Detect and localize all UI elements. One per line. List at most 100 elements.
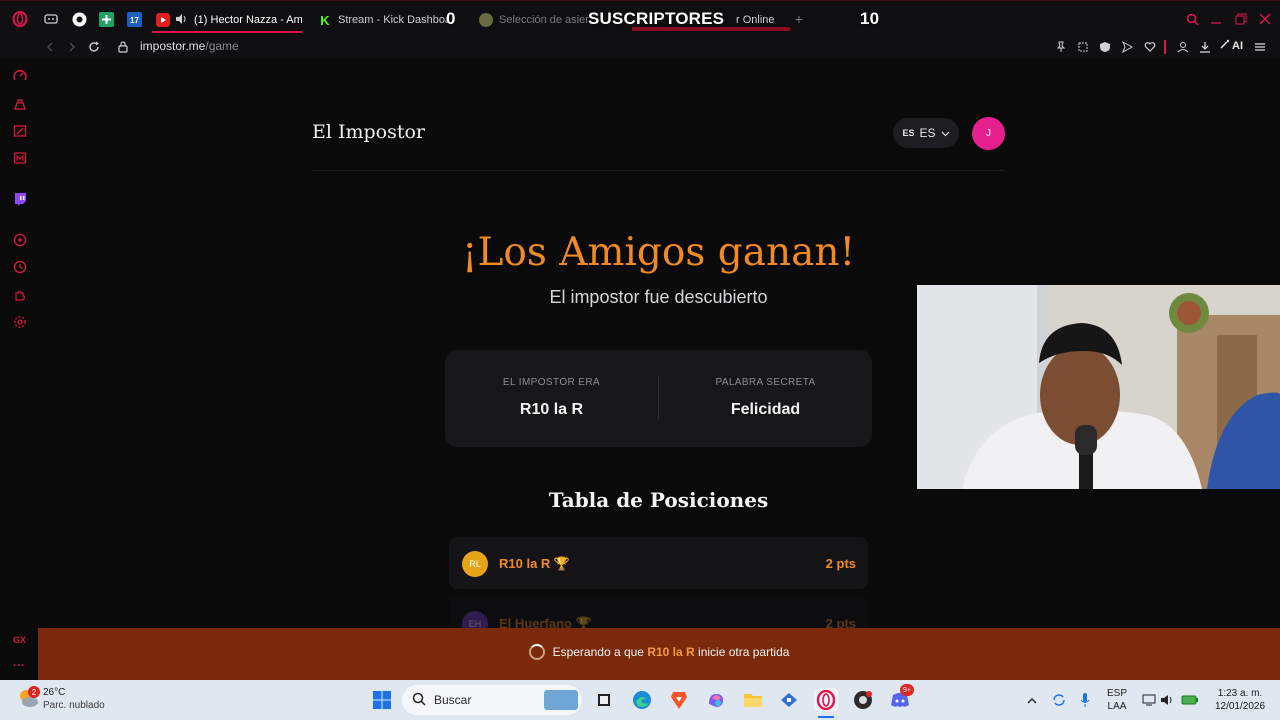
windows-start-icon[interactable] [370, 688, 394, 712]
brave-icon[interactable] [667, 688, 691, 712]
url-path: /game [205, 39, 239, 53]
task-view-icon[interactable] [592, 688, 616, 712]
input-language[interactable]: ESP LAA [1104, 687, 1130, 713]
speed-dial-icon[interactable] [12, 68, 28, 84]
shield-icon[interactable] [1098, 40, 1112, 54]
minimize-icon[interactable] [1209, 12, 1223, 26]
waiting-prefix: Esperando a que [552, 645, 644, 659]
forward-icon[interactable] [64, 39, 80, 55]
extensions-icon[interactable] [12, 287, 28, 303]
close-icon[interactable] [1258, 12, 1272, 26]
speaker-icon[interactable] [176, 13, 188, 27]
player-name: El Huerfano 🏆 [499, 616, 592, 628]
user-avatar[interactable]: J [972, 117, 1005, 150]
discord-icon[interactable]: 9+ [888, 684, 914, 712]
pinned-tab-obs-icon[interactable] [71, 11, 87, 27]
search-tabs-icon[interactable] [1185, 12, 1199, 26]
search-icon [412, 692, 426, 709]
input-language-line2: LAA [1107, 701, 1127, 712]
sync-icon[interactable] [1047, 688, 1071, 712]
waiting-suffix: inicie otra partida [698, 645, 790, 659]
clock[interactable]: 1:23 a. m. 12/01/2026 [1206, 687, 1274, 713]
url-field[interactable]: impostor.me/game [140, 39, 239, 53]
search-highlight-icon [544, 690, 578, 710]
language-code: ES [919, 126, 936, 140]
weather-widget[interactable]: 2 [16, 686, 40, 710]
active-app-indicator [818, 716, 834, 718]
site-title[interactable]: El Impostor [312, 121, 425, 143]
player-icon[interactable] [12, 232, 28, 248]
secret-word-value: Felicidad [730, 401, 801, 418]
tab-kick[interactable]: K Stream - Kick Dashboard [318, 11, 448, 29]
battery-icon[interactable] [1178, 688, 1202, 712]
tab-online[interactable]: r Online [736, 11, 786, 29]
pinned-tab-calendar-icon[interactable]: 17 [126, 11, 142, 27]
volume-icon[interactable] [1156, 688, 1180, 712]
easy-setup-icon[interactable] [1253, 40, 1267, 54]
news-icon[interactable] [12, 123, 28, 139]
tab-seats[interactable]: Selección de asient [479, 11, 589, 29]
restore-icon[interactable] [1234, 12, 1248, 26]
url-domain: impostor.me [140, 39, 206, 53]
toolbar-divider [1164, 40, 1166, 54]
opera-logo-icon[interactable] [12, 11, 28, 27]
impostor-reveal: EL IMPOSTOR ERA R10 la R [445, 377, 658, 419]
microphone-icon[interactable] [1073, 688, 1097, 712]
aria-icon [1220, 39, 1230, 52]
settings-gear-icon[interactable] [12, 314, 28, 330]
tab-label: (1) Hector Nazza - Amo [194, 14, 302, 26]
copilot-icon[interactable] [704, 688, 728, 712]
reload-icon[interactable] [86, 39, 102, 55]
gx-label[interactable]: GX [13, 635, 26, 645]
sidebar-more-button[interactable]: ··· [13, 658, 25, 672]
taskbar-search[interactable]: Buscar [402, 685, 582, 715]
opera-sidebar: GX ··· [0, 58, 38, 680]
search-placeholder: Buscar [434, 693, 472, 707]
tab-label: r Online [736, 14, 775, 26]
wallet-icon[interactable] [1176, 40, 1190, 54]
pinned-tab-sheets-icon[interactable] [98, 11, 114, 27]
twitch-icon[interactable] [12, 191, 28, 207]
pin-icon[interactable] [1054, 40, 1068, 54]
heart-icon[interactable] [1143, 40, 1157, 54]
webcam-overlay [917, 285, 1280, 489]
language-flag: ES [902, 128, 915, 138]
lock-icon[interactable] [115, 39, 131, 55]
waiting-player: R10 la R [647, 645, 695, 659]
file-explorer-icon[interactable] [741, 688, 765, 712]
leaderboard-row: EH El Huerfano 🏆 2 pts [449, 597, 868, 628]
download-icon[interactable] [1198, 40, 1212, 54]
tab-youtube[interactable]: (1) Hector Nazza - Amo [156, 11, 302, 29]
chevron-up-icon[interactable] [1020, 688, 1044, 712]
active-tab-indicator [152, 31, 302, 33]
edge-icon[interactable] [630, 688, 654, 712]
secret-word-reveal: PALABRA SECRETA Felicidad [659, 377, 872, 419]
vpn-icon[interactable] [777, 688, 801, 712]
weather-desc: Parc. nublado [43, 700, 105, 711]
overlay-count-right: 10 [860, 9, 880, 28]
obs-taskbar-icon[interactable] [851, 688, 875, 712]
snapshot-icon[interactable] [1076, 40, 1090, 54]
player-avatar: EH [462, 611, 488, 628]
result-subtitle: El impostor fue descubierto [549, 287, 768, 307]
input-language-line1: ESP [1106, 688, 1127, 699]
tab-islands-icon[interactable] [43, 11, 59, 27]
gmail-icon[interactable] [12, 150, 28, 166]
browser-tab-bar: 17 (1) Hector Nazza - Amo K Stream - Kic… [0, 0, 1280, 36]
loading-spinner-icon [528, 644, 545, 660]
gx-corner-icon[interactable] [12, 96, 28, 112]
history-icon[interactable] [12, 259, 28, 275]
new-tab-button[interactable]: + [791, 11, 807, 27]
player-points: 2 pts [825, 616, 856, 628]
result-title: ¡Los Amigos ganan! [461, 230, 856, 275]
weather-badge: 2 [28, 686, 40, 698]
aria-ai-button[interactable]: AI [1220, 39, 1243, 52]
back-icon[interactable] [42, 39, 58, 55]
svg-text:17: 17 [130, 16, 139, 25]
header-divider [312, 170, 1005, 171]
site-icon [479, 13, 493, 27]
send-icon[interactable] [1120, 40, 1134, 54]
opera-gx-taskbar-icon[interactable] [814, 688, 838, 712]
language-selector[interactable]: ES ES [893, 118, 959, 148]
youtube-icon [156, 13, 170, 27]
